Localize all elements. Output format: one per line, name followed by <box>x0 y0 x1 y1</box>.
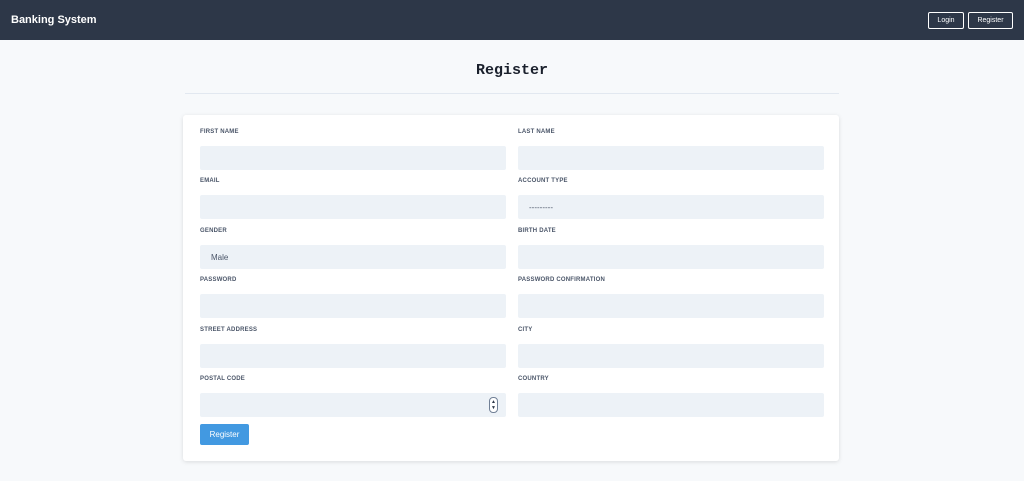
country-label: COUNTRY <box>518 376 549 382</box>
first-name-label: FIRST NAME <box>200 129 239 135</box>
street-address-label: STREET ADDRESS <box>200 327 258 333</box>
gender-select[interactable]: Male <box>200 245 506 269</box>
street-address-group: STREET ADDRESS <box>200 325 506 368</box>
birth-date-label: BIRTH DATE <box>518 228 556 234</box>
password-confirmation-label: PASSWORD CONFIRMATION <box>518 277 605 283</box>
register-form: FIRST NAME LAST NAME EMAIL ACCOUNT TYPE … <box>183 115 839 461</box>
nav-actions: Login Register <box>928 11 1013 29</box>
account-type-label: ACCOUNT TYPE <box>518 178 568 184</box>
password-input[interactable] <box>200 294 506 318</box>
last-name-group: LAST NAME <box>518 127 824 170</box>
birth-date-input[interactable] <box>518 245 824 269</box>
gender-label: GENDER <box>200 228 227 234</box>
gender-group: GENDER Male <box>200 226 506 269</box>
birth-date-group: BIRTH DATE <box>518 226 824 269</box>
city-label: CITY <box>518 327 533 333</box>
register-submit-button[interactable]: Register <box>200 424 249 445</box>
account-type-group: ACCOUNT TYPE --------- <box>518 176 824 219</box>
postal-code-group: POSTAL CODE ▲ ▼ <box>200 374 506 417</box>
country-group: COUNTRY <box>518 374 824 417</box>
first-name-group: FIRST NAME <box>200 127 506 170</box>
number-stepper[interactable]: ▲ ▼ <box>489 397 498 413</box>
register-nav-button[interactable]: Register <box>968 11 1013 29</box>
postal-code-label: POSTAL CODE <box>200 376 245 382</box>
brand-title[interactable]: Banking System <box>11 14 97 26</box>
city-group: CITY <box>518 325 824 368</box>
password-group: PASSWORD <box>200 275 506 318</box>
postal-code-input[interactable]: ▲ ▼ <box>200 393 506 417</box>
password-confirmation-group: PASSWORD CONFIRMATION <box>518 275 824 318</box>
first-name-input[interactable] <box>200 146 506 170</box>
email-input[interactable] <box>200 195 506 219</box>
country-input[interactable] <box>518 393 824 417</box>
street-address-input[interactable] <box>200 344 506 368</box>
last-name-input[interactable] <box>518 146 824 170</box>
last-name-label: LAST NAME <box>518 129 555 135</box>
email-group: EMAIL <box>200 176 506 219</box>
account-type-select[interactable]: --------- <box>518 195 824 219</box>
page-title: Register <box>475 62 548 79</box>
email-label: EMAIL <box>200 178 220 184</box>
password-confirmation-input[interactable] <box>518 294 824 318</box>
login-button[interactable]: Login <box>928 11 964 29</box>
navbar: Banking System Login Register <box>0 0 1024 40</box>
stepper-down-icon[interactable]: ▼ <box>491 405 496 411</box>
city-input[interactable] <box>518 344 824 368</box>
page-heading: Register <box>185 40 839 94</box>
password-label: PASSWORD <box>200 277 237 283</box>
